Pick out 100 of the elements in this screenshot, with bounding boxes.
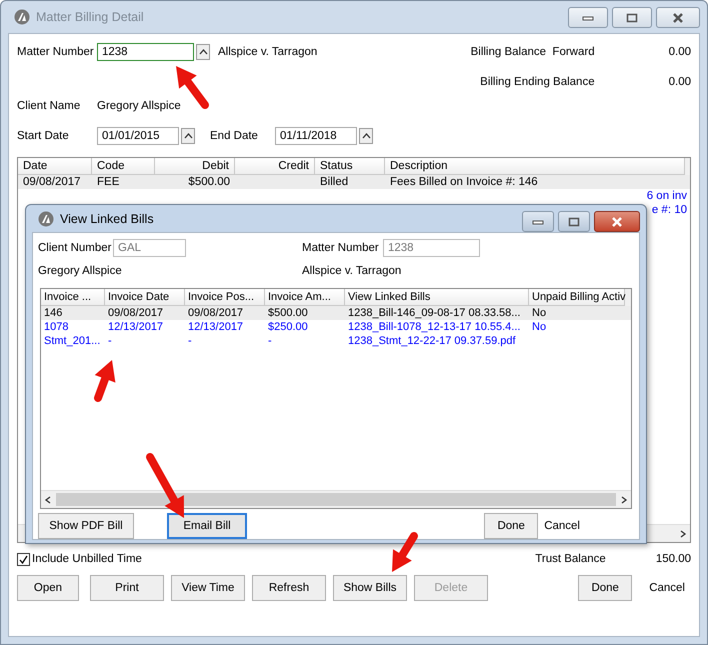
table-cell[interactable]: 09/08/2017 bbox=[185, 307, 265, 319]
column-header[interactable]: Invoice Date bbox=[105, 289, 185, 306]
table-cell[interactable]: Stmt_201... bbox=[41, 335, 105, 347]
close-button[interactable] bbox=[594, 211, 640, 232]
arrow-annotation bbox=[94, 360, 116, 402]
column-header[interactable]: Date bbox=[18, 158, 92, 175]
column-header[interactable]: Status bbox=[315, 158, 385, 175]
minimize-icon bbox=[532, 218, 544, 224]
spinner-button[interactable] bbox=[196, 44, 210, 60]
date-field[interactable]: 01/11/2018 bbox=[275, 127, 357, 145]
table-cell[interactable]: - bbox=[185, 335, 265, 347]
column-header[interactable]: View Linked Bills bbox=[345, 289, 529, 306]
cancel-link[interactable]: Cancel bbox=[649, 575, 685, 601]
field-label: Matter Number bbox=[17, 46, 95, 58]
column-header[interactable]: Invoice Pos... bbox=[185, 289, 265, 306]
column-header[interactable]: Invoice ... bbox=[41, 289, 105, 306]
close-button[interactable] bbox=[656, 7, 700, 28]
logo-icon bbox=[38, 210, 54, 226]
column-header[interactable]: Debit bbox=[155, 158, 235, 175]
trust-balance-value: 150.00 bbox=[656, 553, 691, 565]
matter-number-field[interactable]: 1238 bbox=[383, 239, 480, 257]
table-cell[interactable]: 12/13/2017 bbox=[185, 321, 265, 333]
close-icon bbox=[610, 216, 624, 226]
spinner-button[interactable] bbox=[359, 128, 373, 144]
field-label: Matter Number bbox=[302, 242, 380, 254]
table-cell[interactable]: $500.00 bbox=[265, 307, 345, 319]
dialog-button[interactable]: Show PDF Bill bbox=[38, 513, 134, 539]
table-cell-text: Billed bbox=[319, 176, 350, 188]
done-button[interactable]: Done bbox=[484, 513, 538, 539]
maximize-button[interactable] bbox=[558, 211, 590, 232]
table-cell[interactable]: 1078 bbox=[41, 321, 105, 333]
action-button[interactable]: View Time bbox=[171, 575, 245, 601]
field-label: Client Name bbox=[17, 100, 82, 112]
dialog-button[interactable]: Email Bill bbox=[167, 513, 247, 539]
matter-name: Allspice v. Tarragon bbox=[218, 46, 318, 58]
table-cell-text: 09/08/2017 bbox=[22, 176, 82, 188]
caret-up-icon bbox=[362, 133, 370, 139]
spinner-button[interactable] bbox=[181, 128, 195, 144]
dialog-title: View Linked Bills bbox=[60, 212, 155, 226]
minimize-button[interactable] bbox=[522, 211, 554, 232]
scrollbar[interactable] bbox=[41, 490, 631, 508]
balance-label: Billing Balance Forward bbox=[470, 46, 595, 58]
arrow-annotation bbox=[392, 532, 418, 572]
chevron-left-icon[interactable] bbox=[44, 494, 52, 504]
action-button[interactable]: Show Bills bbox=[333, 575, 407, 601]
trust-balance-label: Trust Balance bbox=[535, 553, 606, 565]
table-cell[interactable]: 1238_Bill-146_09-08-17 08.33.58... bbox=[345, 307, 529, 319]
column-header[interactable]: Code bbox=[92, 158, 155, 175]
chevron-right-icon[interactable] bbox=[679, 528, 687, 538]
minimize-icon bbox=[582, 14, 594, 20]
minimize-button[interactable] bbox=[568, 7, 608, 28]
table-cell[interactable]: 09/08/2017 bbox=[105, 307, 185, 319]
done-button[interactable]: Done bbox=[578, 575, 632, 601]
table-cell[interactable]: 12/13/2017 bbox=[105, 321, 185, 333]
maximize-icon bbox=[568, 216, 580, 226]
table-cell[interactable]: No bbox=[529, 321, 625, 333]
action-button[interactable]: Print bbox=[90, 575, 164, 601]
matter-name: Allspice v. Tarragon bbox=[302, 265, 402, 277]
cancel-link[interactable]: Cancel bbox=[544, 513, 580, 539]
chevron-right-icon[interactable] bbox=[620, 494, 628, 504]
column-header[interactable]: Credit bbox=[235, 158, 315, 175]
field-label: Start Date bbox=[17, 130, 70, 142]
balance-label: Billing Ending Balance bbox=[480, 76, 595, 88]
checkmark-icon bbox=[19, 554, 28, 564]
field-label: Client Number bbox=[38, 242, 112, 254]
checkbox-label: Include Unbilled Time bbox=[32, 553, 142, 565]
action-button[interactable]: Refresh bbox=[252, 575, 326, 601]
table-cell[interactable]: $250.00 bbox=[265, 321, 345, 333]
client-name: Gregory Allspice bbox=[97, 100, 181, 112]
table-cell-text: 6 on inv bbox=[646, 190, 688, 202]
column-header[interactable]: Invoice Am... bbox=[265, 289, 345, 306]
date-field[interactable]: 01/01/2015 bbox=[97, 127, 179, 145]
checkbox[interactable] bbox=[17, 552, 30, 566]
column-header[interactable]: Description bbox=[385, 158, 685, 175]
table-cell[interactable]: No bbox=[529, 307, 625, 319]
action-button[interactable]: Open bbox=[17, 575, 79, 601]
balance-value: 0.00 bbox=[668, 46, 691, 58]
client-name: Gregory Allspice bbox=[38, 265, 123, 277]
balance-value: 0.00 bbox=[668, 76, 691, 88]
table-cell[interactable]: - bbox=[265, 335, 345, 347]
table-cell-text: Fees Billed on Invoice #: 146 bbox=[389, 176, 539, 188]
caret-up-icon bbox=[184, 133, 192, 139]
field-label: End Date bbox=[210, 130, 259, 142]
table-cell[interactable]: - bbox=[105, 335, 185, 347]
table-cell[interactable]: 1238_Stmt_12-22-17 09.37.59.pdf bbox=[345, 335, 529, 347]
caret-up-icon bbox=[198, 49, 208, 55]
close-icon bbox=[671, 12, 685, 22]
table-cell-text: $500.00 bbox=[187, 176, 231, 188]
table-cell-text: e #: 10 bbox=[652, 204, 688, 216]
maximize-icon bbox=[626, 12, 638, 22]
logo-icon bbox=[14, 9, 30, 25]
window-title: Matter Billing Detail bbox=[36, 10, 145, 24]
arrow-annotation bbox=[146, 453, 184, 518]
table-cell[interactable]: 1238_Bill-1078_12-13-17 10.55.4... bbox=[345, 321, 529, 333]
table-cell[interactable]: 146 bbox=[41, 307, 105, 319]
matter-number-field[interactable]: 1238 bbox=[97, 43, 194, 61]
maximize-button[interactable] bbox=[612, 7, 652, 28]
column-header[interactable]: Unpaid Billing Activ bbox=[529, 289, 625, 306]
client-number-field[interactable]: GAL bbox=[113, 239, 186, 257]
table-cell-text: FEE bbox=[96, 176, 120, 188]
